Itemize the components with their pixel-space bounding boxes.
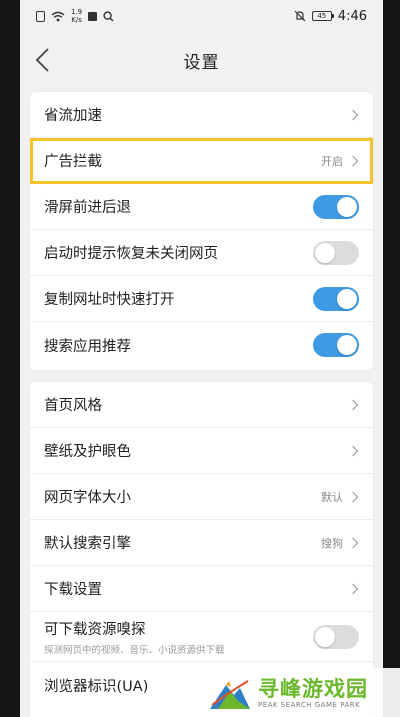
setting-label: 搜索应用推荐: [44, 338, 131, 355]
setting-copy-url-open[interactable]: 复制网址时快速打开: [30, 276, 373, 322]
setting-swipe-navigation[interactable]: 滑屏前进后退: [30, 184, 373, 230]
setting-label: 可下载资源嗅探: [44, 621, 146, 638]
setting-label: 网页字体大小: [44, 490, 131, 506]
watermark-text: 寻峰游戏园 PEAK SEARCH GAME PARK: [258, 677, 368, 709]
chevron-right-icon: [352, 583, 359, 594]
header: 设置: [20, 32, 383, 88]
setting-value: 开启: [321, 154, 343, 168]
network-speed: 1.9 K/s: [71, 8, 82, 24]
setting-download[interactable]: 下载设置: [30, 566, 373, 612]
restore-prompt-toggle[interactable]: [313, 240, 359, 265]
setting-font-size[interactable]: 网页字体大小 默认: [30, 474, 373, 520]
clock: 4:46: [337, 8, 367, 24]
chevron-right-icon: [352, 491, 359, 502]
setting-label: 下载设置: [44, 582, 102, 598]
toggle-knob: [337, 288, 357, 309]
setting-search-app-recommend[interactable]: 搜索应用推荐: [30, 322, 373, 368]
setting-label: 壁纸及护眼色: [44, 444, 131, 460]
battery-icon: 45: [311, 11, 334, 21]
setting-text: 可下载资源嗅探 探测网页中的视频、音乐、小说资源供下载: [44, 618, 313, 656]
setting-ad-block[interactable]: 广告拦截 开启: [30, 138, 373, 184]
chevron-right-icon: [352, 109, 359, 120]
swipe-navigation-toggle[interactable]: [313, 194, 359, 219]
setting-label: 首页风格: [44, 398, 102, 414]
setting-value: 搜狗: [321, 536, 343, 550]
status-bar-right: 45 4:46: [294, 9, 367, 24]
status-bar-left: 1.9 K/s: [36, 8, 114, 24]
chevron-right-icon: [352, 155, 359, 166]
phone-bezel-right: [383, 0, 400, 717]
mute-icon: [294, 10, 306, 22]
setting-home-style[interactable]: 首页风格: [30, 382, 373, 428]
setting-label: 省流加速: [44, 108, 102, 124]
settings-group-appearance: 首页风格 壁纸及护眼色 网页字体大小 默认 默认搜索引擎 搜狗 下载设置 可下载…: [30, 382, 373, 717]
setting-wallpaper-eye-care[interactable]: 壁纸及护眼色: [30, 428, 373, 474]
resource-sniffing-toggle[interactable]: [313, 624, 359, 649]
mountain-logo-icon: [210, 679, 250, 709]
back-arrow-icon[interactable]: [32, 46, 56, 74]
search-app-recommend-toggle[interactable]: [313, 333, 359, 357]
chevron-right-icon: [352, 537, 359, 548]
watermark-title: 寻峰游戏园: [258, 676, 368, 701]
toggle-knob: [315, 242, 335, 263]
setting-label: 默认搜索引擎: [44, 536, 131, 552]
search-notification-icon: [103, 10, 114, 21]
setting-label: 启动时提示恢复未关闭网页: [44, 246, 218, 262]
setting-label: 滑屏前进后退: [44, 200, 131, 216]
wifi-icon: [51, 11, 65, 21]
page-title: 设置: [183, 52, 220, 73]
status-bar: 1.9 K/s 45 4:46: [20, 0, 383, 32]
phone-screen: 1.9 K/s 45 4:46 设置 省流加速 广告拦截 开启 滑屏前进后退 启…: [20, 0, 383, 717]
setting-label: 广告拦截: [44, 154, 102, 170]
notification-icon: [88, 11, 98, 21]
sim-icon: [36, 10, 45, 22]
settings-group-general: 省流加速 广告拦截 开启 滑屏前进后退 启动时提示恢复未关闭网页 复制网址时快速…: [30, 92, 373, 370]
phone-bezel-left: [0, 0, 20, 717]
toggle-knob: [337, 335, 357, 355]
setting-value: 默认: [321, 490, 343, 504]
network-speed-unit: K/s: [71, 16, 82, 24]
setting-resource-sniffing[interactable]: 可下载资源嗅探 探测网页中的视频、音乐、小说资源供下载: [30, 612, 373, 662]
copy-url-open-toggle[interactable]: [313, 286, 359, 311]
toggle-knob: [337, 196, 357, 217]
setting-description: 探测网页中的视频、音乐、小说资源供下载: [44, 644, 225, 656]
chevron-right-icon: [352, 399, 359, 410]
chevron-right-icon: [352, 445, 359, 456]
watermark-subtitle: PEAK SEARCH GAME PARK: [258, 700, 361, 709]
setting-default-search-engine[interactable]: 默认搜索引擎 搜狗: [30, 520, 373, 566]
network-speed-value: 1.9: [71, 8, 83, 16]
setting-restore-prompt[interactable]: 启动时提示恢复未关闭网页: [30, 230, 373, 276]
setting-label: 复制网址时快速打开: [44, 292, 175, 308]
watermark: 寻峰游戏园 PEAK SEARCH GAME PARK: [200, 668, 400, 717]
toggle-knob: [315, 626, 335, 647]
setting-data-saver[interactable]: 省流加速: [30, 92, 373, 138]
